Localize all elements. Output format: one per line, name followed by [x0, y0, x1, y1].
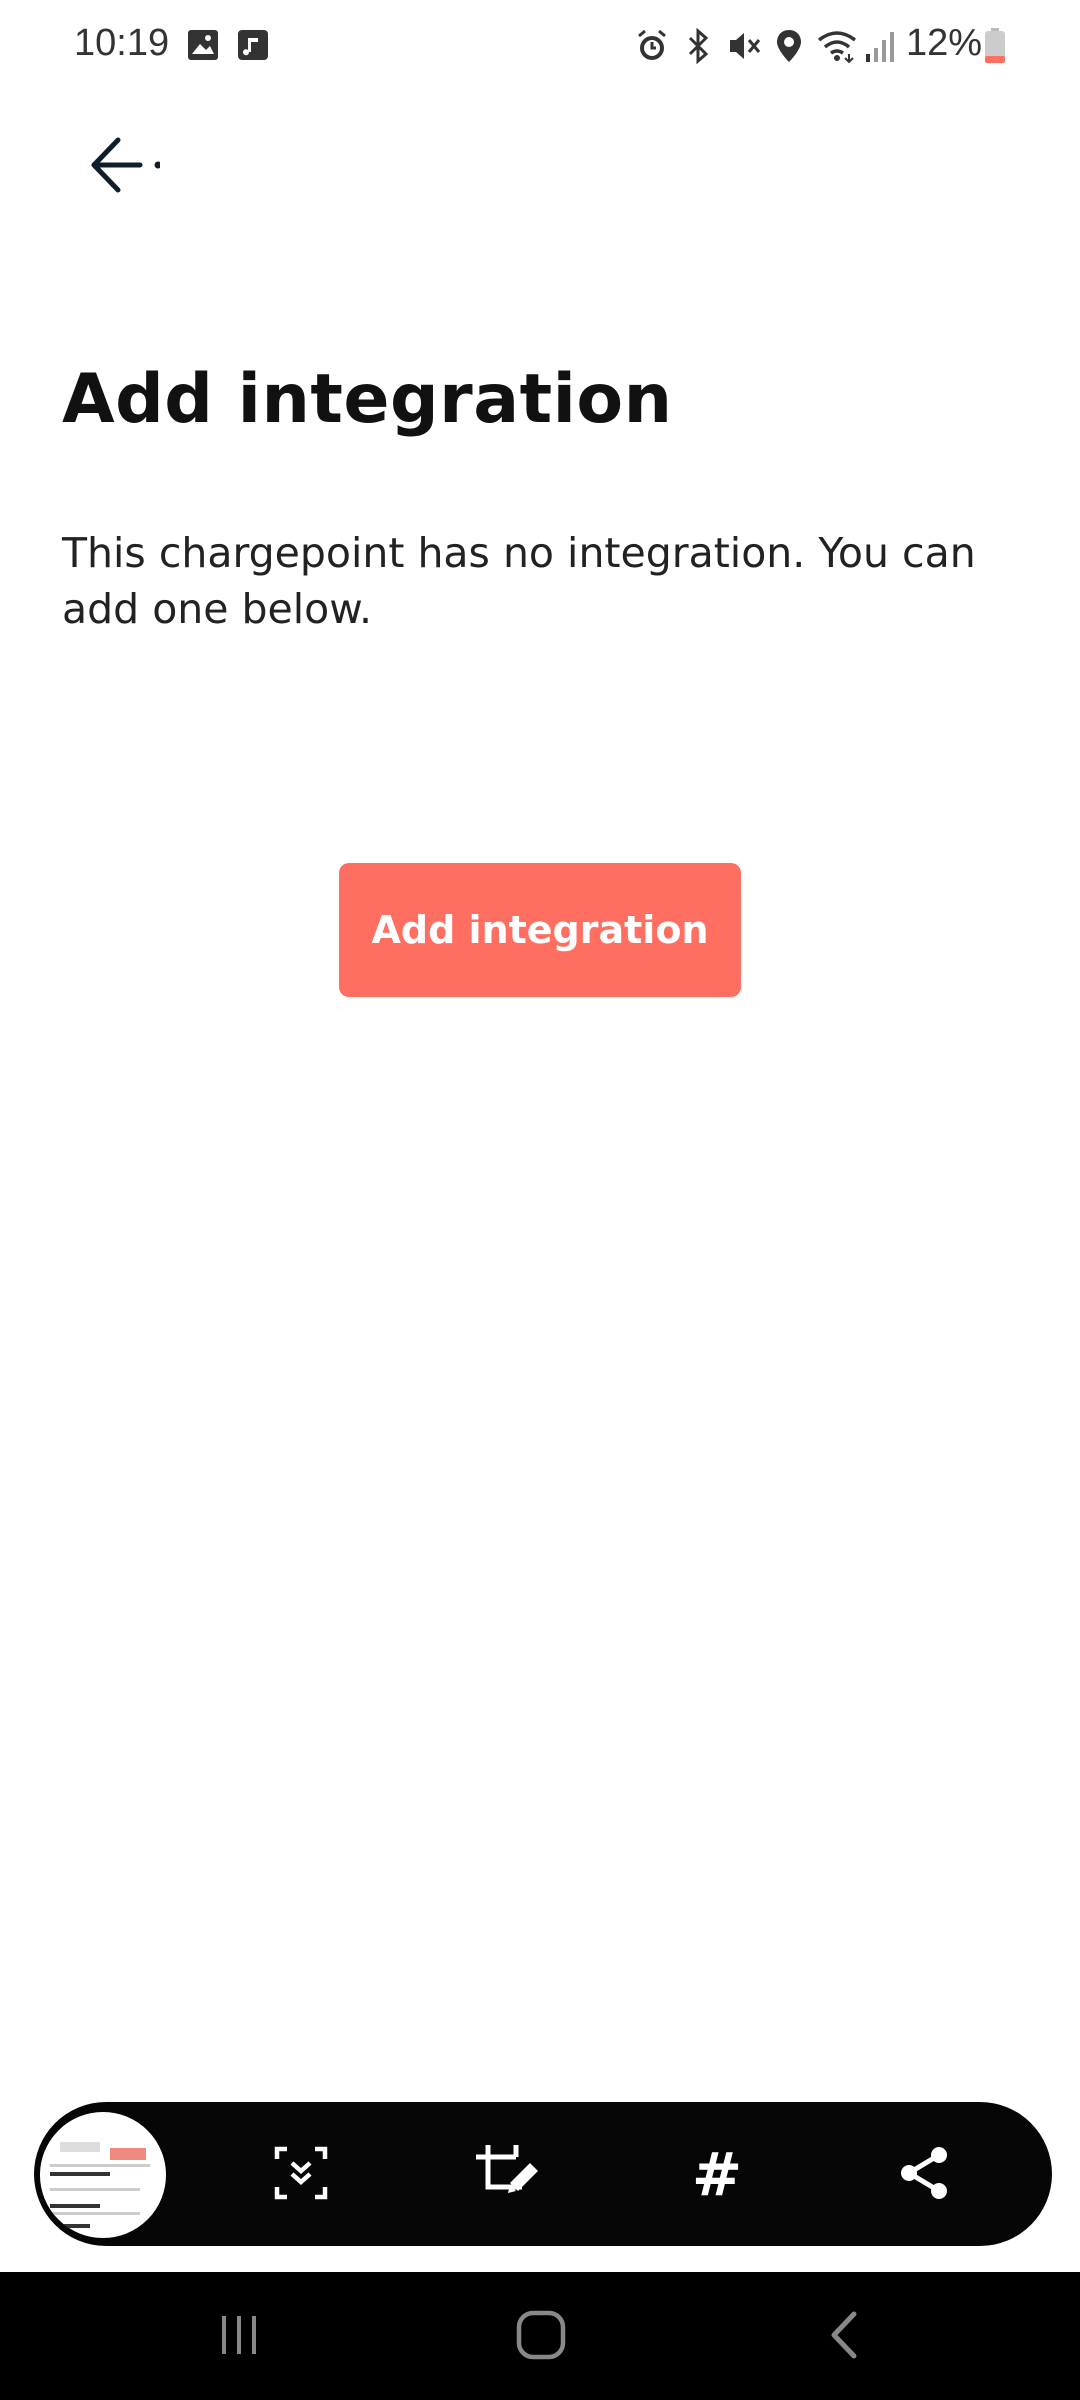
home-button[interactable]: [486, 2292, 596, 2382]
description-text: This chargepoint has no integration. You…: [62, 529, 976, 633]
crop-edit-button[interactable]: [464, 2130, 554, 2220]
page-title: Add integration: [62, 360, 673, 439]
nav-back-button[interactable]: [790, 2292, 900, 2382]
alarm-icon: [634, 28, 670, 68]
share-button[interactable]: [880, 2130, 970, 2220]
arrow-left-icon: [80, 130, 162, 204]
battery-icon: [984, 28, 1006, 68]
scroll-capture-icon: [271, 2143, 331, 2207]
scroll-capture-button[interactable]: [256, 2130, 346, 2220]
battery-level: 12%: [906, 22, 983, 64]
vibrate-icon: [726, 28, 762, 68]
home-icon: [514, 2308, 568, 2366]
bluetooth-icon: [682, 27, 714, 68]
share-icon: [895, 2143, 955, 2207]
add-integration-button[interactable]: Add integration: [339, 863, 741, 997]
status-bar: 10:19 12%: [0, 0, 1080, 92]
music-note-icon: [236, 28, 270, 66]
image-icon: [186, 28, 220, 66]
status-time: 10:19: [74, 22, 170, 64]
signal-icon: [862, 28, 896, 68]
back-button[interactable]: [70, 122, 170, 212]
hashtag-button[interactable]: #: [672, 2130, 762, 2220]
screenshot-thumbnail[interactable]: [36, 2108, 170, 2242]
crop-edit-icon: [472, 2141, 546, 2209]
location-icon: [774, 28, 804, 68]
wifi-icon: [816, 28, 858, 68]
recent-apps-button[interactable]: [184, 2292, 294, 2382]
back-icon: [820, 2308, 870, 2366]
hashtag-icon: #: [691, 2140, 743, 2210]
recent-apps-icon: [214, 2310, 264, 2364]
